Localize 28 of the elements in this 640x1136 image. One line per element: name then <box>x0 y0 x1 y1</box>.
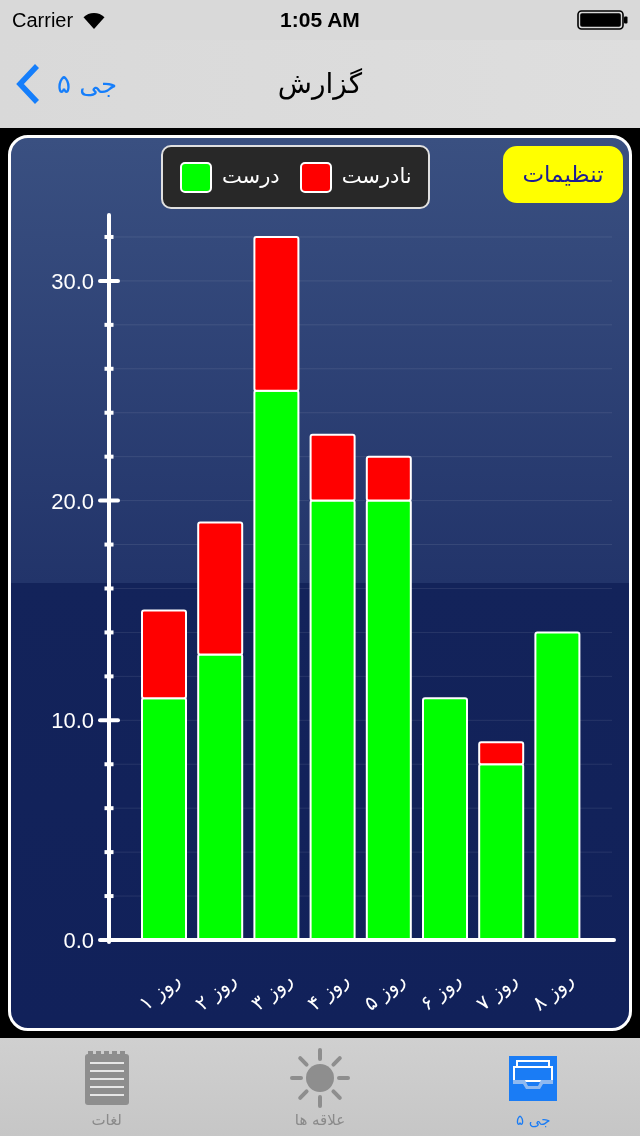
back-chevron-icon <box>15 63 41 105</box>
notepad-icon <box>84 1051 129 1105</box>
x-axis-label: روز ۵ <box>358 967 410 1016</box>
back-button[interactable]: جی ۵ <box>15 63 117 105</box>
battery-icon <box>577 10 628 30</box>
x-axis-label: روز ۸ <box>527 967 579 1016</box>
tab-bar-item[interactable]: علاقه ها <box>213 1038 427 1136</box>
legend-label: نادرست <box>341 163 412 191</box>
x-axis-label: روز ۶ <box>415 967 466 1016</box>
tab-bar-item[interactable]: جی ۵ <box>426 1038 640 1136</box>
legend-label: درست <box>222 163 280 191</box>
x-axis-label: روز ۱ <box>134 967 185 1016</box>
status-time: 1:05 AM <box>280 7 360 34</box>
x-axis-label: روز ۷ <box>471 967 522 1016</box>
y-axis-label: 30.0 <box>51 268 94 294</box>
wifi-icon <box>82 11 107 29</box>
sun-icon <box>290 1048 350 1108</box>
y-axis-label: 20.0 <box>51 488 94 514</box>
y-axis-label: 10.0 <box>51 708 94 734</box>
tab-bar-item[interactable]: لغات <box>0 1038 214 1136</box>
x-axis-label: روز ۲ <box>190 967 241 1016</box>
x-axis-label: روز ۳ <box>246 967 298 1016</box>
carrier-name: Carrier <box>12 8 74 33</box>
y-axis-label: 0.0 <box>63 928 94 953</box>
settings-button[interactable]: تنظیمات <box>503 146 623 203</box>
screen-title: گزارش <box>277 66 363 102</box>
x-axis-label: روز ۴ <box>302 967 354 1016</box>
inbox-tray-icon <box>509 1055 558 1101</box>
